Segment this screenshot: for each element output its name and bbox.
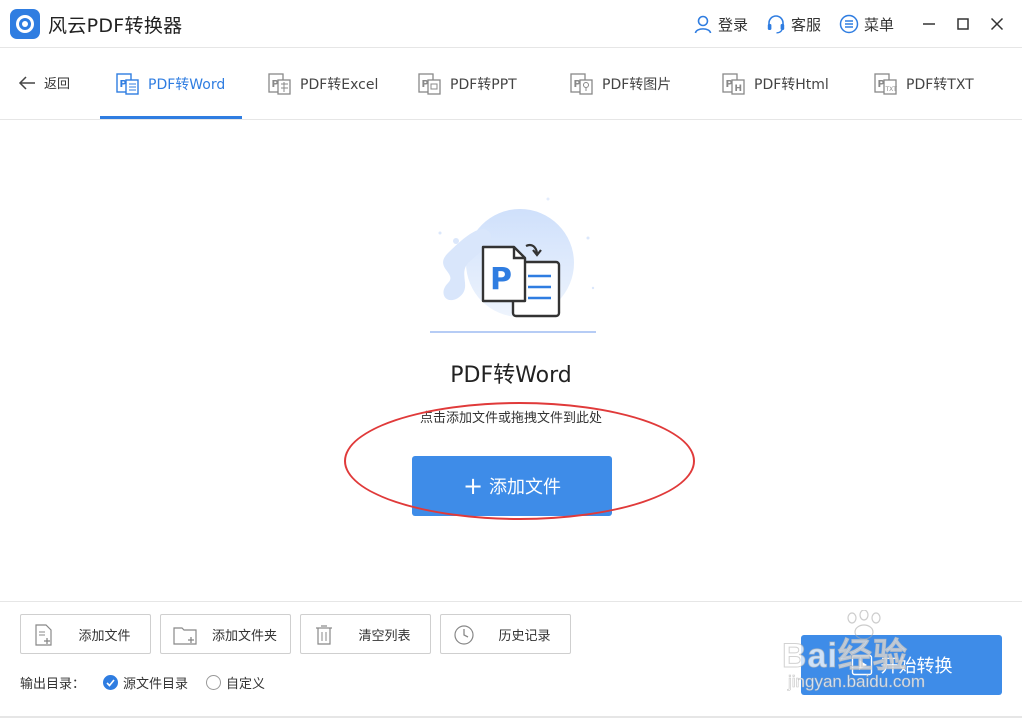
svg-text:P: P	[490, 262, 512, 297]
pdf-to-word-illustration: P	[430, 197, 596, 333]
menu-label: 菜单	[863, 15, 894, 34]
ppt-doc-icon: P	[418, 73, 441, 95]
bottom-toolbar: 添加文件 添加文件夹 清空列表 历史记录 输出目录： 源文件目录 自定义 开始转…	[0, 601, 1022, 718]
svg-text:TXT: TXT	[885, 86, 898, 93]
drop-hint: 点击添加文件或拖拽文件到此处	[419, 411, 602, 426]
file-drop-area[interactable]: P PDF转Word 点击添加文件或拖拽文件到此处 + 添加文件	[0, 121, 1022, 601]
close-icon	[990, 17, 1004, 31]
conversion-tab-bar: 返回 P PDF转Word P PDF转Excel P PDF转PPT P PD…	[0, 48, 1022, 120]
tab-pdf-to-image[interactable]: P PDF转图片	[570, 48, 671, 120]
app-logo-icon	[10, 9, 40, 39]
add-folder-button[interactable]: 添加文件夹	[160, 614, 291, 654]
tab-pdf-to-txt[interactable]: P TXT PDF转TXT	[874, 48, 974, 120]
tab-label: PDF转Html	[754, 77, 829, 93]
tab-pdf-to-ppt[interactable]: P PDF转PPT	[418, 48, 517, 120]
image-doc-icon: P	[570, 73, 593, 95]
trash-icon	[316, 625, 332, 645]
login-button[interactable]: 登录	[693, 14, 748, 35]
radio-unchecked-icon	[206, 675, 222, 690]
minimize-button[interactable]	[912, 0, 946, 48]
active-tab-indicator	[100, 116, 242, 119]
output-label: 输出目录：	[20, 677, 86, 692]
service-label: 客服	[790, 15, 821, 34]
add-folder-icon	[173, 627, 197, 645]
tab-label: PDF转Excel	[300, 77, 379, 93]
add-folder-label: 添加文件夹	[211, 628, 277, 644]
add-file-main-label: 添加文件	[489, 477, 562, 498]
maximize-icon	[957, 18, 969, 30]
minimize-icon	[923, 23, 935, 25]
svg-text:H: H	[735, 84, 743, 94]
clear-list-label: 清空列表	[358, 628, 411, 644]
tab-label: PDF转Word	[148, 77, 226, 93]
tab-label: PDF转PPT	[450, 77, 517, 93]
conversion-title: PDF转Word	[450, 363, 572, 388]
tab-label: PDF转图片	[602, 77, 672, 93]
add-file-label: 添加文件	[78, 628, 131, 644]
radio-label: 源文件目录	[123, 677, 189, 692]
plus-icon: +	[462, 472, 484, 500]
output-custom-radio[interactable]: 自定义	[206, 673, 265, 692]
customer-service-button[interactable]: 客服	[766, 14, 821, 35]
radio-label: 自定义	[226, 677, 266, 692]
radio-checked-icon	[103, 675, 119, 690]
menu-button[interactable]: 菜单	[839, 14, 894, 35]
start-convert-label: 开始转换	[880, 656, 953, 677]
menu-icon	[839, 14, 859, 34]
title-bar: 风云PDF转换器 登录 客服 菜单	[0, 0, 1022, 48]
clear-list-button[interactable]: 清空列表	[300, 614, 431, 654]
tab-pdf-to-excel[interactable]: P PDF转Excel	[268, 48, 378, 120]
add-file-icon	[35, 624, 52, 646]
output-directory-row: 输出目录： 源文件目录 自定义	[20, 673, 265, 692]
tab-pdf-to-word[interactable]: P PDF转Word	[116, 48, 225, 120]
start-convert-button[interactable]: 开始转换	[801, 635, 1002, 695]
back-button[interactable]: 返回	[18, 73, 70, 92]
login-label: 登录	[717, 15, 748, 34]
add-file-button[interactable]: 添加文件	[20, 614, 151, 654]
output-source-dir-radio[interactable]: 源文件目录	[103, 673, 188, 692]
html-doc-icon: PH	[722, 73, 745, 95]
back-label: 返回	[44, 77, 71, 92]
maximize-button[interactable]	[946, 0, 980, 48]
close-button[interactable]	[980, 0, 1014, 48]
txt-doc-icon: P TXT	[874, 73, 898, 95]
arrow-left-icon	[18, 75, 35, 90]
headset-icon	[767, 15, 785, 34]
add-file-main-button[interactable]: + 添加文件	[412, 456, 612, 516]
history-label: 历史记录	[498, 628, 551, 644]
play-icon	[851, 654, 872, 676]
app-title: 风云PDF转换器	[48, 15, 183, 37]
tab-pdf-to-html[interactable]: PH PDF转Html	[722, 48, 829, 120]
clock-icon	[454, 625, 474, 645]
word-doc-icon: P	[116, 73, 139, 95]
user-icon	[694, 15, 712, 34]
excel-doc-icon: P	[268, 73, 291, 95]
history-button[interactable]: 历史记录	[440, 614, 571, 654]
tab-label: PDF转TXT	[906, 77, 974, 93]
